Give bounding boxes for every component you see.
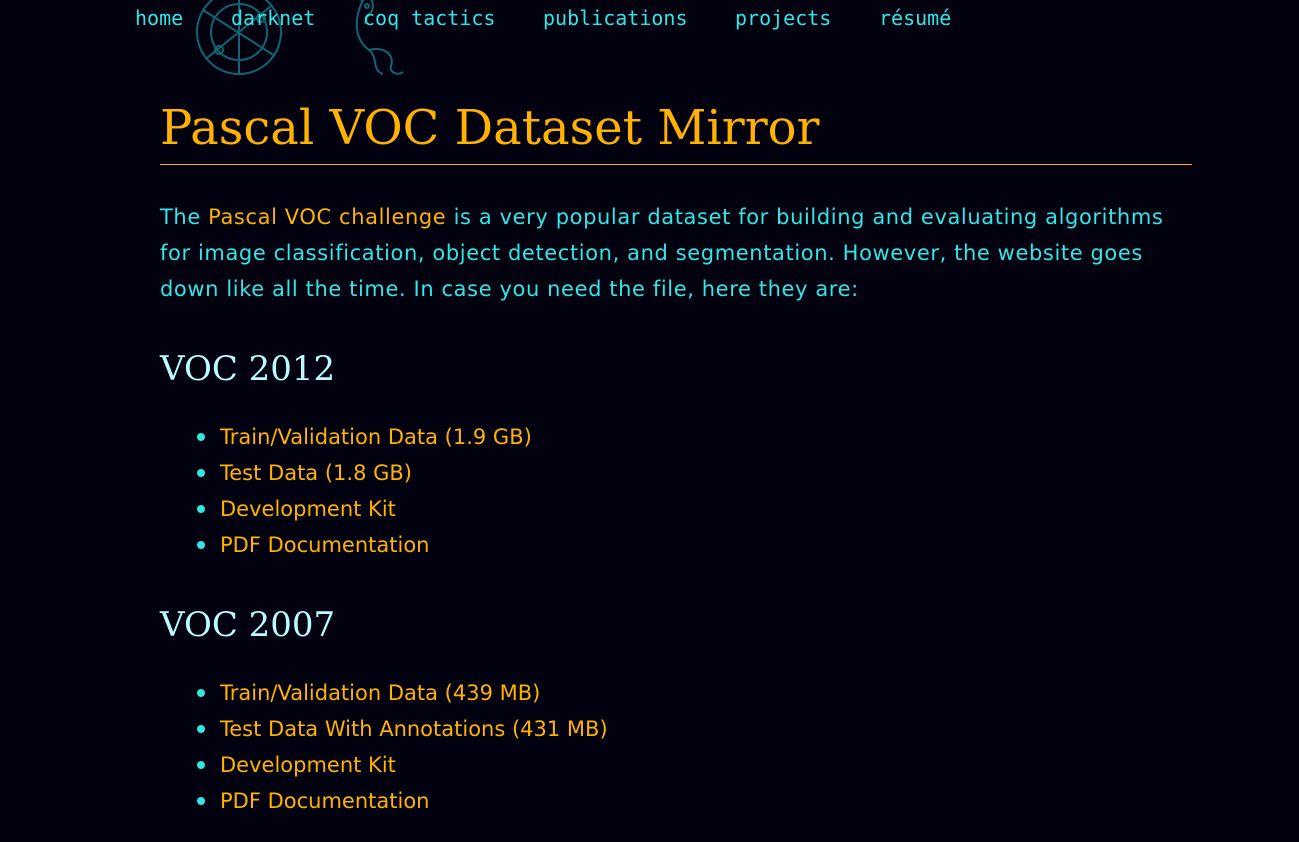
voc2007-trainval-link[interactable]: Train/Validation Data (439 MB) <box>220 681 540 705</box>
list-item: PDF Documentation <box>197 783 1192 819</box>
main-content: Pascal VOC Dataset Mirror The Pascal VOC… <box>160 96 1192 819</box>
nav-projects-link[interactable]: projects <box>735 4 831 32</box>
list-item: PDF Documentation <box>197 527 1192 563</box>
voc2012-pdf-doc-link[interactable]: PDF Documentation <box>220 533 429 557</box>
voc2007-heading: VOC 2007 <box>160 605 336 645</box>
nav-coq-tactics-link[interactable]: coq tactics <box>363 4 495 32</box>
voc2012-heading: VOC 2012 <box>160 349 336 389</box>
voc2012-devkit-link[interactable]: Development Kit <box>220 497 396 521</box>
voc2007-devkit-link[interactable]: Development Kit <box>220 753 396 777</box>
voc2007-pdf-doc-link[interactable]: PDF Documentation <box>220 789 429 813</box>
voc2012-download-list: Train/Validation Data (1.9 GB) Test Data… <box>160 419 1192 563</box>
nav-darknet-link[interactable]: darknet <box>231 4 315 32</box>
bullet-icon <box>197 725 205 733</box>
bullet-icon <box>197 689 205 697</box>
title-divider <box>160 164 1192 165</box>
list-item: Test Data (1.8 GB) <box>197 455 1192 491</box>
list-item: Train/Validation Data (1.9 GB) <box>197 419 1192 455</box>
nav-home-link[interactable]: home <box>135 4 183 32</box>
intro-prefix: The <box>160 205 209 229</box>
list-item: Test Data With Annotations (431 MB) <box>197 711 1192 747</box>
voc2007-test-link[interactable]: Test Data With Annotations (431 MB) <box>220 717 608 741</box>
bullet-icon <box>197 505 205 513</box>
nav-publications-link[interactable]: publications <box>543 4 688 32</box>
list-item: Development Kit <box>197 747 1192 783</box>
bullet-icon <box>197 761 205 769</box>
top-nav: home darknet coq tactics publications pr… <box>0 0 1299 75</box>
voc2012-test-link[interactable]: Test Data (1.8 GB) <box>220 461 412 485</box>
list-item: Development Kit <box>197 491 1192 527</box>
list-item: Train/Validation Data (439 MB) <box>197 675 1192 711</box>
pascal-voc-challenge-link[interactable]: Pascal VOC challenge <box>208 205 446 229</box>
bullet-icon <box>197 433 205 441</box>
nav-resume-link[interactable]: résumé <box>879 4 951 32</box>
voc2012-trainval-link[interactable]: Train/Validation Data (1.9 GB) <box>220 425 532 449</box>
intro-paragraph: The Pascal VOC challenge is a very popul… <box>160 199 1192 307</box>
page-title: Pascal VOC Dataset Mirror <box>160 100 820 156</box>
bullet-icon <box>197 797 205 805</box>
bullet-icon <box>197 541 205 549</box>
voc2007-download-list: Train/Validation Data (439 MB) Test Data… <box>160 675 1192 819</box>
bullet-icon <box>197 469 205 477</box>
